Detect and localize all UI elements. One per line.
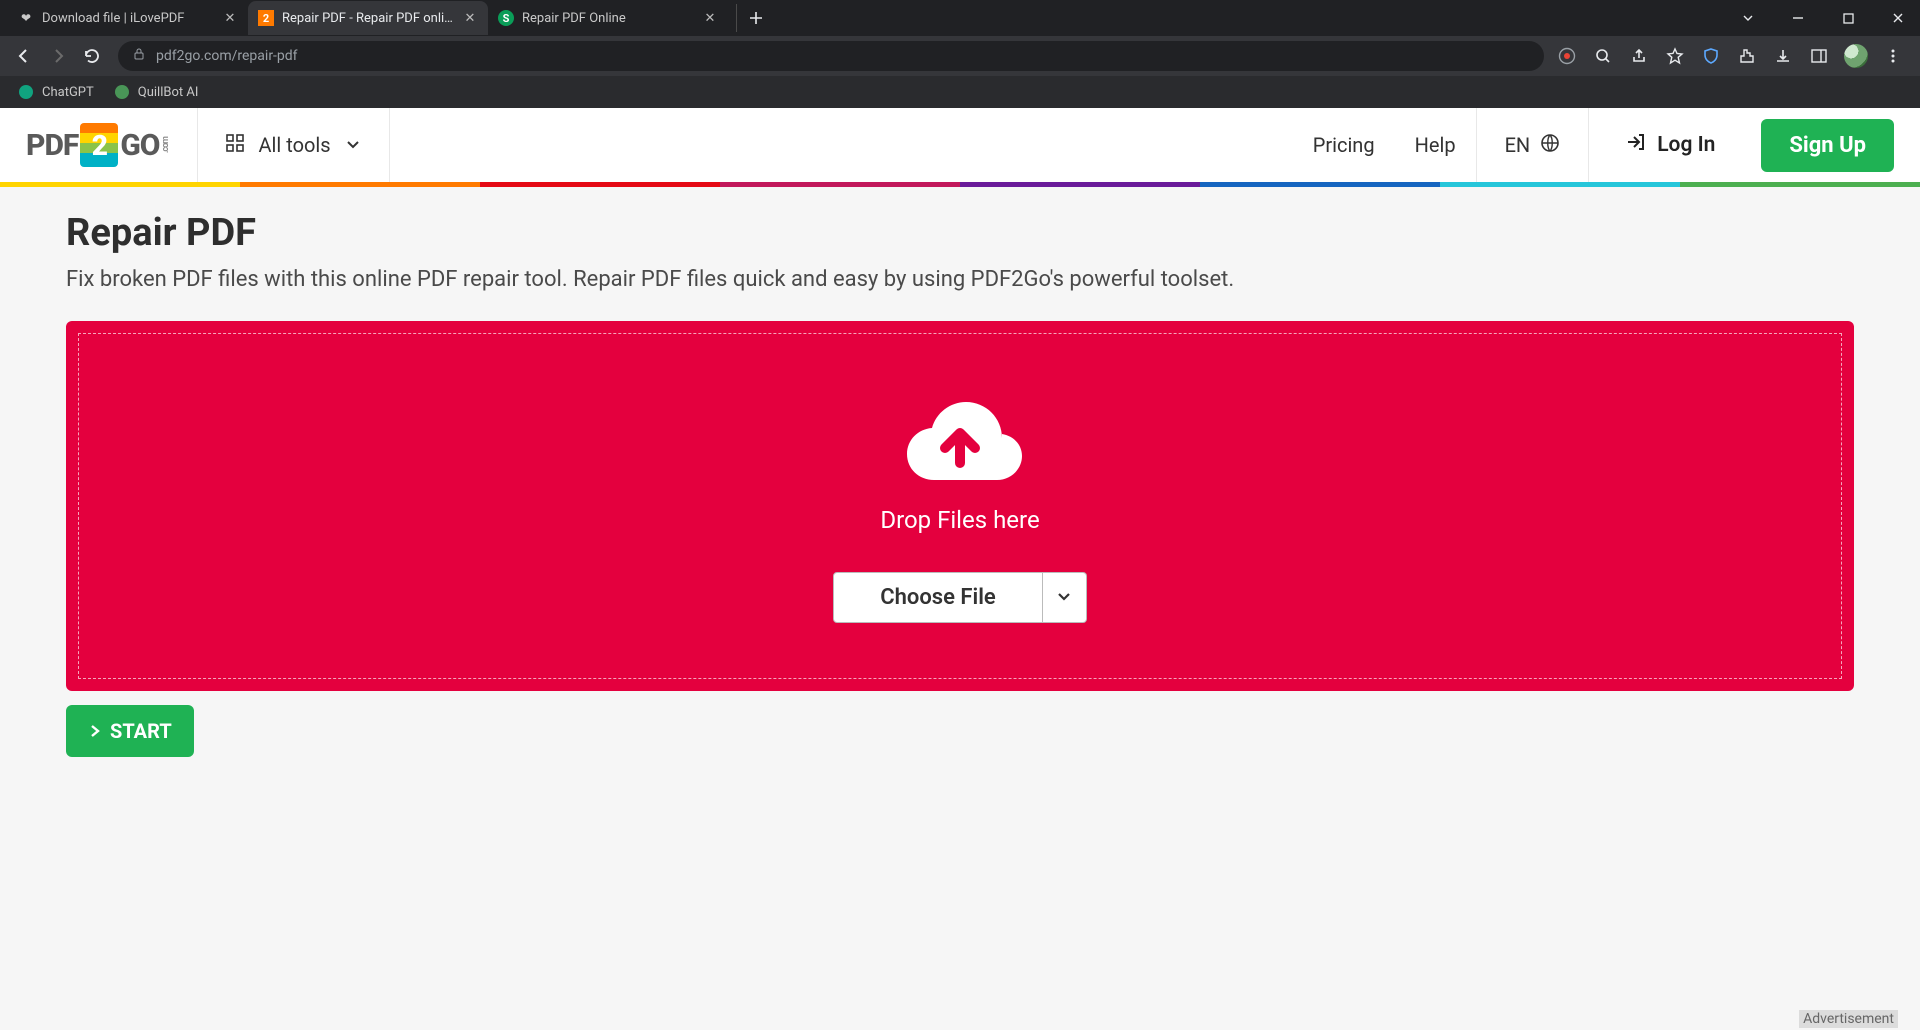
logo-text-pdf: PDF <box>26 128 78 163</box>
quillbot-icon <box>114 84 130 100</box>
choose-file-group: Choose File <box>833 572 1087 623</box>
page-viewport: PDF 2 GO .com All tools Pricing Help <box>0 108 1920 1030</box>
page-title: Repair PDF <box>66 211 1854 255</box>
google-icon[interactable] <box>1556 45 1578 67</box>
chevron-down-icon <box>1056 588 1072 608</box>
all-tools-menu[interactable]: All tools <box>197 108 388 182</box>
chevron-down-icon[interactable] <box>1734 4 1762 32</box>
url-text: pdf2go.com/repair-pdf <box>156 48 298 64</box>
cloud-upload-icon <box>890 388 1030 488</box>
browser-toolbar: pdf2go.com/repair-pdf <box>0 36 1920 76</box>
zoom-icon[interactable] <box>1592 45 1614 67</box>
bookmark-quillbot[interactable]: QuillBot AI <box>114 84 199 100</box>
chevron-right-icon <box>88 719 102 743</box>
profile-avatar[interactable] <box>1844 44 1868 68</box>
choose-file-dropdown[interactable] <box>1043 572 1087 623</box>
back-button[interactable] <box>10 42 38 70</box>
site-header: PDF 2 GO .com All tools Pricing Help <box>0 108 1920 182</box>
sidepanel-icon[interactable] <box>1808 45 1830 67</box>
login-icon <box>1625 131 1647 159</box>
below-fold-spacer <box>0 757 1920 957</box>
page-subtitle: Fix broken PDF files with this online PD… <box>66 265 1854 295</box>
sejda-favicon-icon: S <box>498 10 514 26</box>
new-tab-button[interactable] <box>736 4 764 32</box>
main-content: Repair PDF Fix broken PDF files with thi… <box>0 187 1920 757</box>
advertisement-label: Advertisement <box>1799 1010 1898 1028</box>
tab-title: Repair PDF - Repair PDF online & <box>282 11 454 26</box>
toolbar-actions <box>1556 44 1910 68</box>
forward-button[interactable] <box>44 42 72 70</box>
tab-title: Download file | iLovePDF <box>42 11 214 26</box>
star-icon[interactable] <box>1664 45 1686 67</box>
help-label: Help <box>1415 133 1456 157</box>
signup-label: Sign Up <box>1789 133 1866 158</box>
choose-file-label: Choose File <box>880 585 996 610</box>
language-code: EN <box>1505 133 1531 157</box>
window-controls <box>1734 4 1912 32</box>
lock-icon <box>132 47 146 65</box>
file-dropzone[interactable]: Drop Files here Choose File <box>66 321 1854 691</box>
kebab-menu-icon[interactable] <box>1882 45 1904 67</box>
globe-icon <box>1540 133 1560 158</box>
dropzone-inner: Drop Files here Choose File <box>78 333 1842 679</box>
login-label: Log In <box>1657 133 1715 157</box>
spacer <box>389 108 1293 182</box>
choose-file-button[interactable]: Choose File <box>833 572 1043 623</box>
help-link[interactable]: Help <box>1395 108 1476 182</box>
tab-sejda[interactable]: S Repair PDF Online ✕ <box>488 1 728 35</box>
bookmark-label: ChatGPT <box>42 85 94 100</box>
heart-icon: ❤ <box>18 10 34 26</box>
close-icon[interactable]: ✕ <box>702 10 718 26</box>
start-button[interactable]: START <box>66 705 194 757</box>
chatgpt-icon <box>18 84 34 100</box>
all-tools-label: All tools <box>258 133 330 157</box>
close-window-icon[interactable] <box>1884 4 1912 32</box>
extensions-icon[interactable] <box>1736 45 1758 67</box>
reload-button[interactable] <box>78 42 106 70</box>
site-logo[interactable]: PDF 2 GO .com <box>0 108 197 182</box>
share-icon[interactable] <box>1628 45 1650 67</box>
logo-text-com: .com <box>161 137 171 153</box>
svg-text:2: 2 <box>263 12 269 25</box>
bookmark-label: QuillBot AI <box>138 85 199 100</box>
tab-title: Repair PDF Online <box>522 11 694 26</box>
downloads-icon[interactable] <box>1772 45 1794 67</box>
language-selector[interactable]: EN <box>1476 108 1589 182</box>
chevron-down-icon <box>345 133 361 157</box>
pricing-label: Pricing <box>1313 133 1375 157</box>
bookmark-chatgpt[interactable]: ChatGPT <box>18 84 94 100</box>
bookmarks-bar: ChatGPT QuillBot AI <box>0 76 1920 108</box>
maximize-icon[interactable] <box>1834 4 1862 32</box>
tab-pdf2go[interactable]: 2 Repair PDF - Repair PDF online & ✕ <box>248 1 488 35</box>
browser-chrome: ❤ Download file | iLovePDF ✕ 2 Repair PD… <box>0 0 1920 108</box>
login-button[interactable]: Log In <box>1588 108 1751 182</box>
drop-text: Drop Files here <box>880 506 1039 534</box>
start-label: START <box>110 719 172 743</box>
logo-badge-2: 2 <box>80 123 118 167</box>
close-icon[interactable]: ✕ <box>222 10 238 26</box>
close-icon[interactable]: ✕ <box>462 10 478 26</box>
shield-icon[interactable] <box>1700 45 1722 67</box>
signup-button[interactable]: Sign Up <box>1761 119 1894 172</box>
tab-strip: ❤ Download file | iLovePDF ✕ 2 Repair PD… <box>0 0 1920 36</box>
grid-icon <box>226 134 244 157</box>
minimize-icon[interactable] <box>1784 4 1812 32</box>
logo-text-go: GO <box>120 128 159 163</box>
pdf2go-favicon-icon: 2 <box>258 10 274 26</box>
page-scroll[interactable]: PDF 2 GO .com All tools Pricing Help <box>0 108 1920 1030</box>
pricing-link[interactable]: Pricing <box>1293 108 1395 182</box>
svg-text:S: S <box>503 12 510 25</box>
tab-ilovepdf[interactable]: ❤ Download file | iLovePDF ✕ <box>8 1 248 35</box>
address-bar[interactable]: pdf2go.com/repair-pdf <box>118 41 1544 71</box>
